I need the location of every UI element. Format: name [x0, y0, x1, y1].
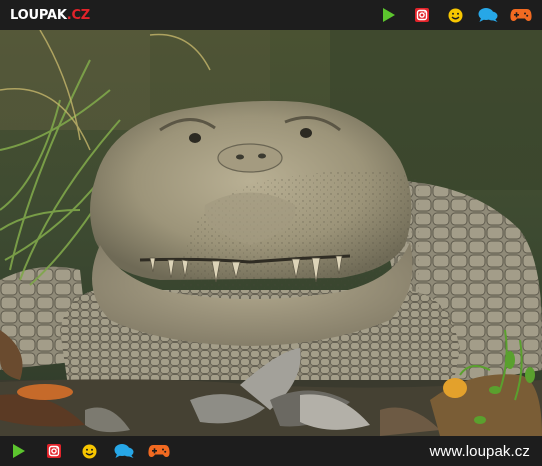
chat-bubbles-icon[interactable] — [477, 4, 499, 26]
logo-main-text: LOUPAK — [10, 7, 67, 23]
bottom-icon-group — [8, 440, 170, 462]
crocodile-photo — [0, 30, 542, 436]
gamepad-icon[interactable] — [148, 440, 170, 462]
top-icon-group — [378, 4, 532, 26]
play-icon[interactable] — [8, 440, 30, 462]
instagram-icon[interactable] — [43, 440, 65, 462]
smiley-icon[interactable] — [78, 440, 100, 462]
bottom-bar: www.loupak.cz — [0, 436, 542, 466]
smiley-icon[interactable] — [444, 4, 466, 26]
logo-tld-text: .CZ — [66, 7, 91, 23]
top-bar: LOUPAK .CZ — [0, 0, 542, 30]
site-logo[interactable]: LOUPAK .CZ — [10, 9, 90, 22]
chat-bubbles-icon[interactable] — [113, 440, 135, 462]
site-url-link[interactable]: www.loupak.cz — [429, 443, 530, 460]
instagram-icon[interactable] — [411, 4, 433, 26]
gamepad-icon[interactable] — [510, 4, 532, 26]
play-icon[interactable] — [378, 4, 400, 26]
